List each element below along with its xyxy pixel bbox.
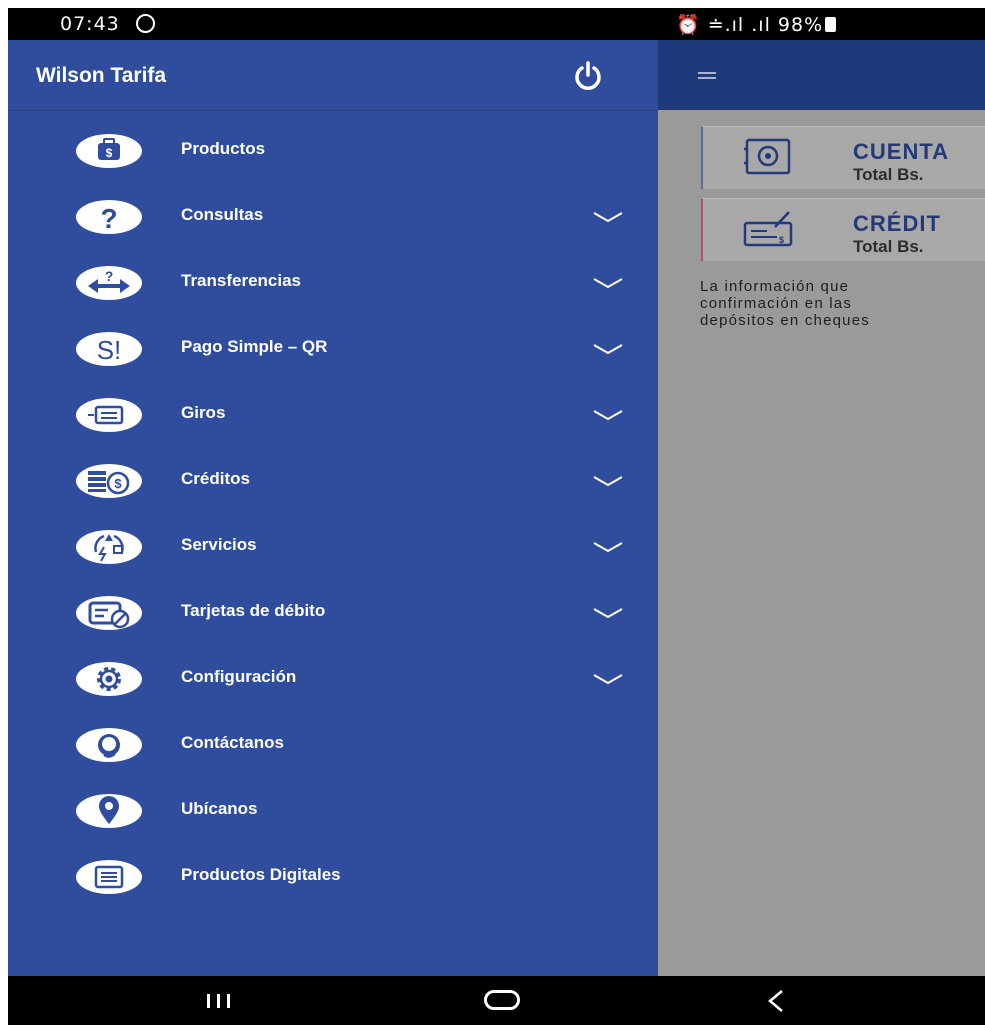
location-pin-icon [76,794,142,828]
home-icon[interactable] [484,990,520,1010]
svg-text:$: $ [779,235,784,245]
svg-text:S!: S! [97,335,122,365]
question-icon: ? [76,200,142,234]
status-bar: 07:43 ⏰ ≐.ıl .ıl 98% [8,8,985,40]
menu-label: Transferencias [181,271,302,290]
info-line: confirmación en las [700,295,853,312]
menu-label: Servicios [181,535,257,554]
app-header [658,40,985,110]
info-line: La información que [700,278,850,295]
svg-text:?: ? [105,268,114,284]
hamburger-icon[interactable] [698,72,716,82]
info-text: La información que confirmación en las d… [700,278,985,329]
chevron-down-icon [593,476,623,487]
debit-card-icon [76,596,142,630]
info-line: depósitos en cheques [700,312,870,329]
headset-icon [76,728,142,762]
chevron-down-icon [593,212,623,223]
menu-label: Configuración [181,667,297,686]
menu-label: Consultas [181,205,264,224]
whatsapp-icon [136,14,155,33]
chevron-down-icon [593,278,623,289]
remittance-icon [76,398,142,432]
safe-icon [744,138,791,175]
menu-item-giros[interactable]: Giros [8,388,658,446]
status-time: 07:43 [60,13,120,35]
menu-item-productos[interactable]: $ Productos [8,124,658,182]
menu-item-pago-simple[interactable]: S! Pago Simple – QR [8,322,658,380]
menu-item-configuracion[interactable]: Configuración [8,652,658,710]
services-icon [76,530,142,564]
briefcase-dollar-icon: $ [76,134,142,168]
menu-item-servicios[interactable]: Servicios [8,520,658,578]
menu-label: Productos Digitales [181,865,341,884]
system-nav-bar [8,976,985,1025]
user-name: Wilson Tarifa [36,64,167,87]
card-title: CUENTA [853,139,950,164]
gear-icon [76,662,142,696]
menu-label: Contáctanos [181,733,284,752]
svg-text:?: ? [100,203,117,234]
chevron-down-icon [593,344,623,355]
menu-item-productos-digitales[interactable]: Productos Digitales [8,850,658,908]
menu-item-consultas[interactable]: ? Consultas [8,190,658,248]
menu-label: Productos [181,139,266,158]
account-card[interactable]: CUENTA Total Bs. [701,126,985,189]
chevron-down-icon [593,608,623,619]
chevron-down-icon [593,410,623,421]
chevron-down-icon [593,542,623,553]
menu-item-transferencias[interactable]: ? Transferencias [8,256,658,314]
coins-icon: $ [76,464,142,498]
svg-text:$: $ [114,476,122,491]
card-subtitle: Total Bs. [853,165,924,184]
power-icon[interactable] [572,60,604,92]
menu-item-tarjetas-debito[interactable]: Tarjetas de débito [8,586,658,644]
navigation-drawer: Wilson Tarifa $ Productos ? Consultas ? … [8,40,658,976]
card-subtitle: Total Bs. [853,237,924,256]
svg-text:$: $ [106,146,113,160]
check-icon: $ [743,211,793,247]
credit-card[interactable]: $ CRÉDIT Total Bs. [701,198,985,261]
phone-screen: 07:43 ⏰ ≐.ıl .ıl 98% CUENTA Total Bs. $ … [8,8,985,1025]
menu-label: Tarjetas de débito [181,601,326,620]
card-title: CRÉDIT [853,211,941,236]
menu-item-contactanos[interactable]: Contáctanos [8,718,658,776]
pago-simple-icon: S! [76,332,142,366]
drawer-header: Wilson Tarifa [8,40,658,111]
menu-label: Pago Simple – QR [181,337,328,356]
status-icons-text: ⏰ ≐.ıl .ıl 98% [676,14,824,36]
menu-label: Ubícanos [181,799,258,818]
menu-item-creditos[interactable]: $ Créditos [8,454,658,512]
menu-label: Giros [181,403,226,422]
battery-icon [825,17,837,32]
menu-label: Créditos [181,469,250,488]
menu-item-ubicanos[interactable]: Ubícanos [8,784,658,842]
recents-icon[interactable] [206,993,232,1009]
digital-products-icon [76,860,142,894]
status-indicators: ⏰ ≐.ıl .ıl 98% [676,13,837,36]
back-icon[interactable] [766,989,786,1013]
transfer-icon: ? [76,266,142,300]
chevron-down-icon [593,674,623,685]
